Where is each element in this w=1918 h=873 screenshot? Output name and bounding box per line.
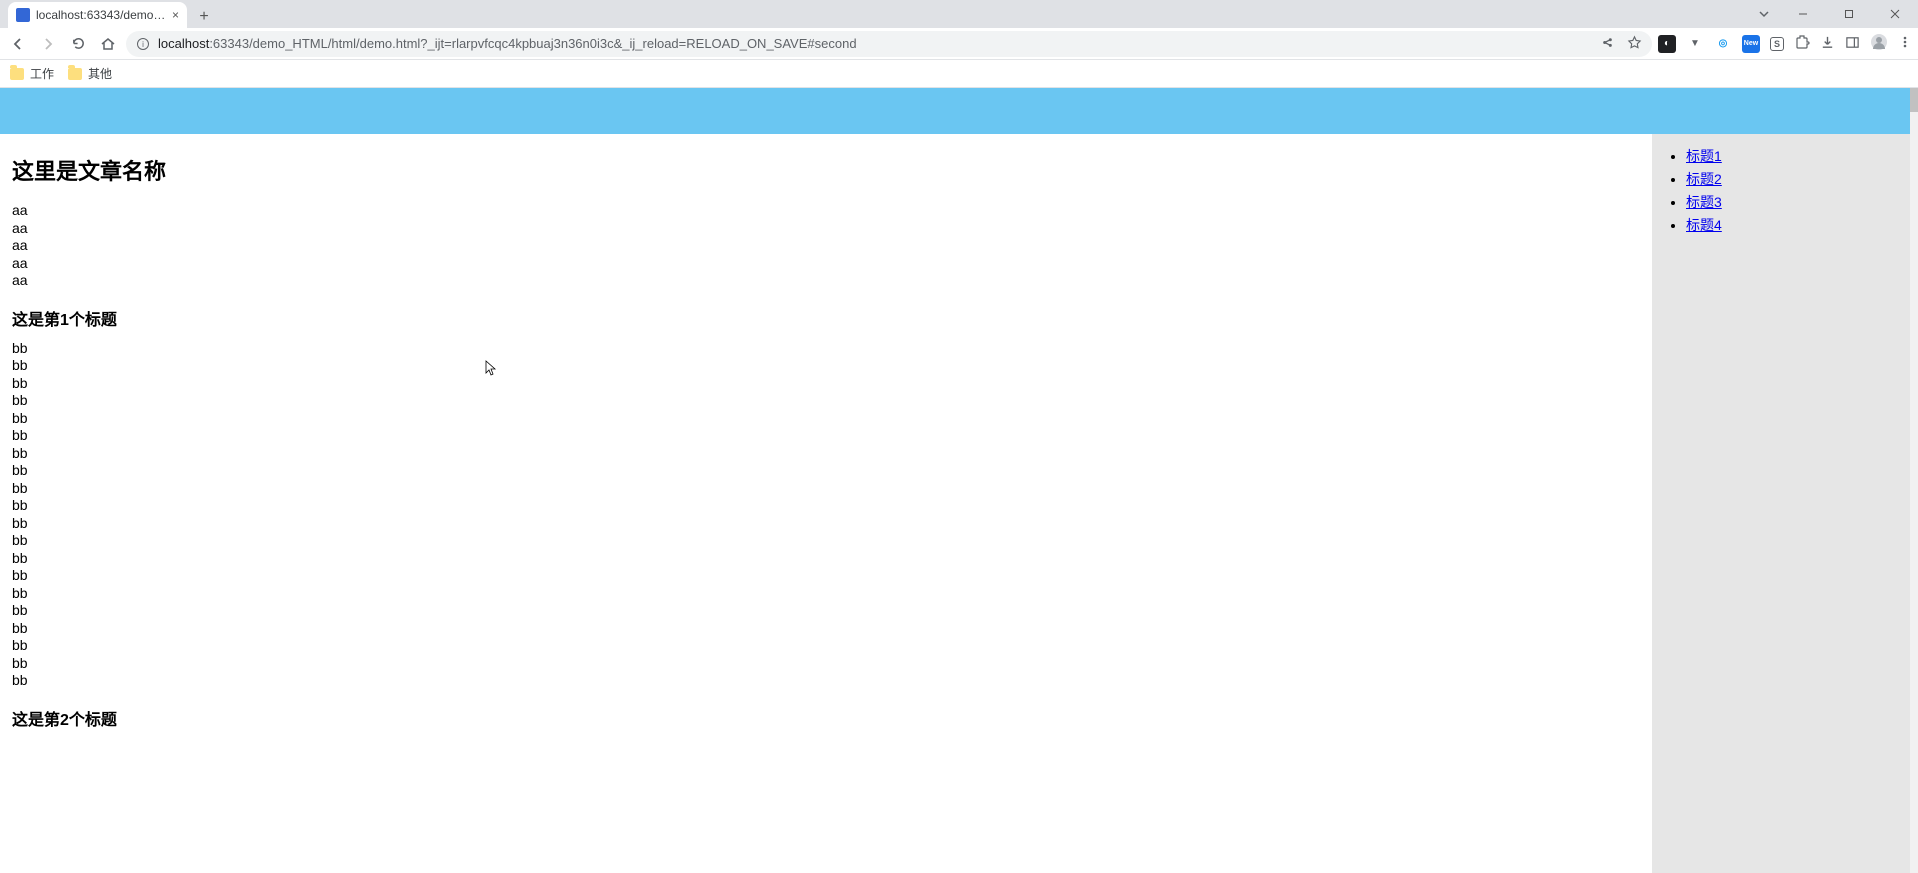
folder-icon (68, 68, 82, 80)
reload-button[interactable] (66, 32, 90, 56)
nav-item: 标题3 (1686, 192, 1910, 212)
home-button[interactable] (96, 32, 120, 56)
tab-strip: localhost:63343/demo_HTML/ × + (0, 0, 1748, 28)
nav-link[interactable]: 标题1 (1686, 148, 1722, 164)
url-host: localhost (158, 36, 209, 51)
favicon-icon (16, 8, 30, 22)
section-paragraph: bbbbbbbbbbbbbbbbbbbbbbbbbbbbbbbbbbbbbbbb (12, 340, 1640, 690)
profile-icon[interactable] (1870, 33, 1888, 54)
nav-item: 标题1 (1686, 146, 1910, 166)
extension-icon-3[interactable]: ◎ (1714, 35, 1732, 53)
nav-list: 标题1 标题2 标题3 标题4 (1652, 146, 1910, 235)
share-icon[interactable] (1600, 35, 1615, 53)
new-tab-button[interactable]: + (193, 6, 215, 28)
side-nav: 标题1 标题2 标题3 标题4 (1652, 134, 1910, 873)
url-text: localhost:63343/demo_HTML/html/demo.html… (158, 36, 857, 51)
folder-icon (10, 68, 24, 80)
bookmark-star-icon[interactable] (1627, 35, 1642, 53)
section-heading: 这是第1个标题 (12, 306, 1640, 330)
extension-icon-4[interactable]: New (1742, 35, 1760, 53)
window-controls (1780, 0, 1918, 28)
bookmarks-bar: 工作 其他 (0, 60, 1918, 88)
site-info-icon[interactable]: i (136, 37, 150, 51)
article-content[interactable]: 这里是文章名称 aaaaaaaaaa 这是第1个标题 bbbbbbbbbbbbbbb… (0, 134, 1652, 873)
browser-titlebar: localhost:63343/demo_HTML/ × + (0, 0, 1918, 28)
bookmark-label: 工作 (30, 65, 54, 82)
menu-icon[interactable] (1898, 35, 1912, 52)
section-heading: 这是第2个标题 (12, 706, 1640, 730)
extension-icons: ◐ ▼ ◎ New S (1658, 33, 1912, 54)
page-viewport: 这里是文章名称 aaaaaaaaaa 这是第1个标题 bbbbbbbbbbbbbbb… (0, 88, 1910, 873)
article-title: 这里是文章名称 (12, 154, 1640, 186)
bookmark-folder-other[interactable]: 其他 (68, 65, 112, 82)
section-paragraph: aaaaaaaaaa (12, 202, 1640, 290)
browser-tab[interactable]: localhost:63343/demo_HTML/ × (8, 2, 187, 28)
forward-button[interactable] (36, 32, 60, 56)
back-button[interactable] (6, 32, 30, 56)
vertical-scrollbar[interactable] (1910, 88, 1918, 873)
extensions-menu-icon[interactable] (1794, 34, 1810, 53)
svg-text:i: i (142, 40, 144, 49)
maximize-button[interactable] (1826, 0, 1872, 28)
page-body: 这里是文章名称 aaaaaaaaaa 这是第1个标题 bbbbbbbbbbbbbbb… (0, 134, 1910, 873)
minimize-button[interactable] (1780, 0, 1826, 28)
nav-item: 标题2 (1686, 169, 1910, 189)
nav-link[interactable]: 标题3 (1686, 194, 1722, 210)
tab-search-button[interactable] (1748, 0, 1780, 28)
bookmark-folder-work[interactable]: 工作 (10, 65, 54, 82)
extension-icon-2[interactable]: ▼ (1686, 35, 1704, 53)
address-bar[interactable]: i localhost:63343/demo_HTML/html/demo.ht… (126, 31, 1652, 57)
close-window-button[interactable] (1872, 0, 1918, 28)
close-tab-icon[interactable]: × (172, 8, 179, 22)
page-top-banner (0, 88, 1910, 134)
nav-item: 标题4 (1686, 215, 1910, 235)
browser-toolbar: i localhost:63343/demo_HTML/html/demo.ht… (0, 28, 1918, 60)
nav-link[interactable]: 标题4 (1686, 217, 1722, 233)
tab-title: localhost:63343/demo_HTML/ (36, 8, 166, 22)
nav-link[interactable]: 标题2 (1686, 171, 1722, 187)
bookmark-label: 其他 (88, 65, 112, 82)
url-path: :63343/demo_HTML/html/demo.html?_ijt=rla… (209, 36, 856, 51)
side-panel-icon[interactable] (1845, 35, 1860, 53)
extension-icon-5[interactable]: S (1770, 37, 1784, 51)
extension-icon-1[interactable]: ◐ (1658, 35, 1676, 53)
downloads-icon[interactable] (1820, 35, 1835, 53)
